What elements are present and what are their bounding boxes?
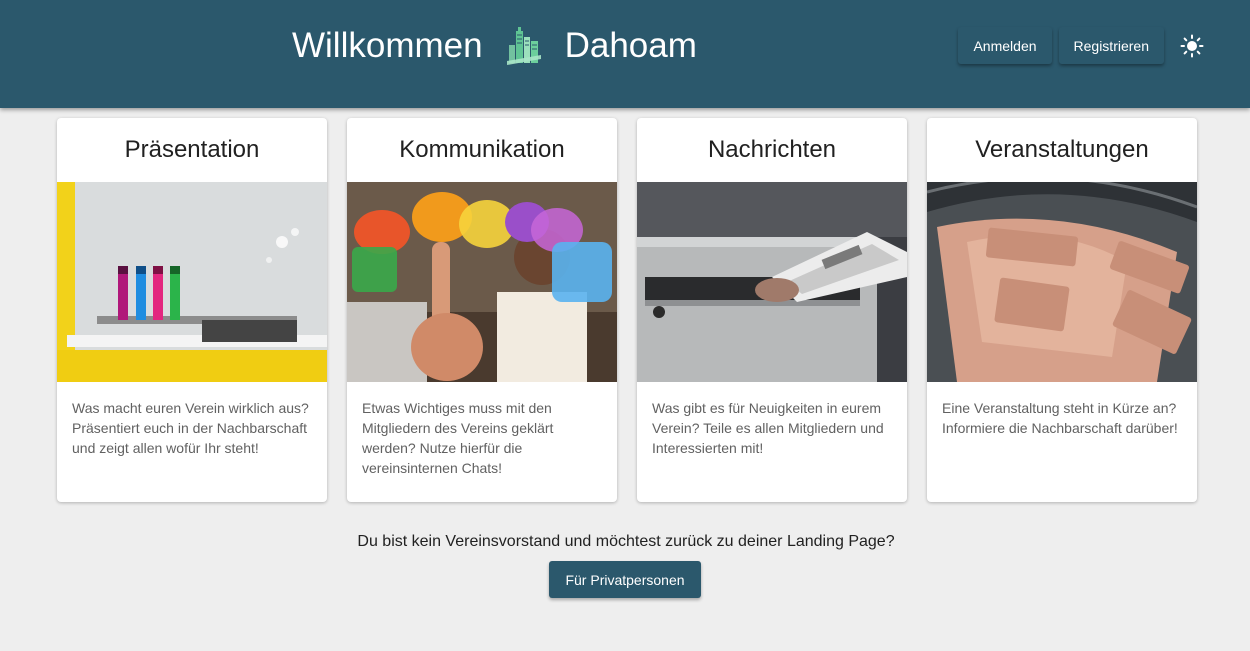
card-veranstaltungen: Veranstaltungen Eine Veranstaltung steht… bbox=[927, 118, 1197, 502]
register-button[interactable]: Registrieren bbox=[1058, 27, 1164, 64]
brand-title: Willkommen Dahoam bbox=[292, 24, 697, 68]
private-persons-button[interactable]: Für Privatpersonen bbox=[549, 561, 701, 598]
title-dahoam: Dahoam bbox=[564, 26, 697, 65]
landing-page-question: Du bist kein Vereinsvorstand und möchtes… bbox=[357, 533, 895, 550]
card-nachrichten: Nachrichten Was gibt es für Neuigkeiten … bbox=[637, 118, 907, 502]
card-description: Was macht euren Verein wirklich aus? Prä… bbox=[72, 400, 309, 456]
mailbox-newspaper-image bbox=[637, 182, 907, 382]
card-description: Etwas Wichtiges muss mit den Mitgliedern… bbox=[362, 400, 554, 476]
header-actions: Anmelden Registrieren bbox=[951, 27, 1210, 64]
card-title: Kommunikation bbox=[399, 136, 565, 163]
whiteboard-markers-image bbox=[57, 182, 327, 382]
theme-toggle-button[interactable] bbox=[1174, 28, 1210, 64]
sun-icon bbox=[1180, 34, 1204, 57]
private-person-section: Du bist kein Vereinsvorstand und möchtes… bbox=[0, 533, 1250, 598]
title-willkommen: Willkommen bbox=[292, 26, 483, 65]
card-kommunikation: Kommunikation Etwas Wichtiges muss mit d… bbox=[347, 118, 617, 502]
top-app-bar: Willkommen Dahoam Anmelden Registrieren bbox=[0, 0, 1250, 108]
city-buildings-logo-icon bbox=[505, 25, 543, 67]
tickets-image bbox=[927, 182, 1197, 382]
card-description: Was gibt es für Neuigkeiten in eurem Ver… bbox=[652, 400, 884, 456]
card-title: Nachrichten bbox=[707, 136, 837, 163]
card-description: Eine Veranstaltung steht in Kürze an? In… bbox=[942, 400, 1178, 436]
speech-bubbles-image bbox=[347, 182, 617, 382]
login-button[interactable]: Anmelden bbox=[958, 27, 1052, 64]
card-title: Veranstaltungen bbox=[975, 136, 1149, 163]
feature-cards: Präsentation Was macht euren Verein wirk… bbox=[57, 118, 1197, 502]
card-praesentation: Präsentation Was macht euren Verein wirk… bbox=[57, 118, 327, 502]
card-title: Präsentation bbox=[124, 136, 260, 163]
